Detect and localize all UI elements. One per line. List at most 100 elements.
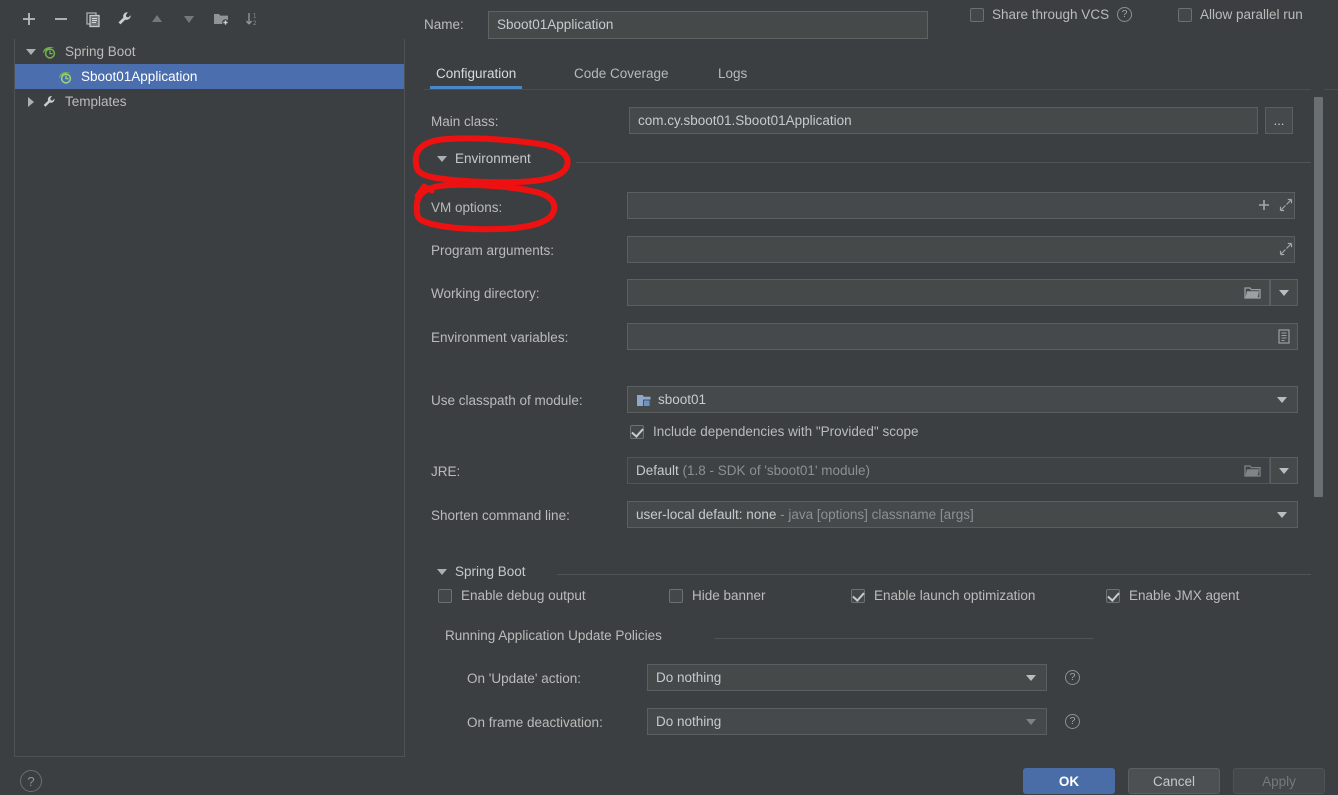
include-provided-scope-label: Include dependencies with "Provided" sco…: [653, 424, 919, 439]
chevron-down-icon[interactable]: [1279, 289, 1289, 296]
sort-configurations-button[interactable]: 1 2: [238, 5, 268, 33]
vm-options-label: VM options:: [431, 200, 503, 215]
program-arguments-label: Program arguments:: [431, 243, 555, 258]
on-frame-deactivation-label: On frame deactivation:: [467, 715, 603, 730]
enable-debug-output-checkbox[interactable]: Enable debug output: [438, 588, 586, 603]
hide-banner-box[interactable]: [669, 588, 683, 603]
enable-launch-optimization-label: Enable launch optimization: [874, 588, 1036, 603]
tree-item-templates[interactable]: Templates: [15, 89, 404, 114]
svg-text:1: 1: [253, 14, 257, 20]
vertical-scrollbar-thumb[interactable]: [1314, 97, 1323, 497]
sidebar-toolbar: 1 2: [0, 0, 419, 38]
enable-debug-output-box[interactable]: [438, 588, 452, 603]
tree-item-sboot01application[interactable]: Sboot01Application: [15, 64, 404, 89]
update-policies-label: Running Application Update Policies: [445, 628, 662, 643]
enable-launch-optimization-box[interactable]: [851, 588, 865, 603]
environment-variables-label: Environment variables:: [431, 330, 569, 345]
tree-item-label: Sboot01Application: [81, 69, 198, 84]
chevron-down-icon[interactable]: [1277, 397, 1287, 403]
jre-value-hint: (1.8 - SDK of 'sboot01' module): [682, 463, 871, 478]
folder-icon[interactable]: [1240, 281, 1264, 304]
spring-boot-icon: [57, 69, 75, 85]
use-classpath-label: Use classpath of module:: [431, 393, 583, 408]
on-update-action-combo[interactable]: Do nothing: [647, 664, 1047, 691]
chevron-down-icon[interactable]: [1026, 675, 1036, 681]
main-class-label: Main class:: [431, 114, 499, 129]
tab-logs[interactable]: Logs: [712, 57, 753, 89]
configurations-tree[interactable]: Spring Boot Sboot01Application Templates: [14, 39, 405, 757]
allow-parallel-run-box[interactable]: [1178, 7, 1192, 22]
enable-jmx-agent-label: Enable JMX agent: [1129, 588, 1240, 603]
chevron-down-icon[interactable]: [437, 568, 447, 575]
shorten-command-line-hint: - java [options] classname [args]: [780, 507, 974, 522]
add-configuration-button[interactable]: [14, 5, 44, 33]
environment-section-label: Environment: [455, 151, 531, 166]
tab-bar-divider: [424, 89, 1338, 90]
list-icon[interactable]: [1273, 325, 1295, 348]
working-directory-input[interactable]: [627, 279, 1270, 306]
tab-configuration[interactable]: Configuration: [430, 57, 523, 89]
module-icon: [635, 391, 653, 409]
jre-input[interactable]: Default (1.8 - SDK of 'sboot01' module): [627, 457, 1270, 484]
apply-button[interactable]: Apply: [1233, 768, 1325, 794]
move-up-button[interactable]: [142, 5, 172, 33]
share-through-vcs-box[interactable]: [970, 7, 984, 22]
enable-jmx-agent-box[interactable]: [1106, 588, 1120, 603]
on-update-action-help-icon[interactable]: ?: [1065, 670, 1080, 685]
remove-configuration-button[interactable]: [46, 5, 76, 33]
tree-item-spring-boot[interactable]: Spring Boot: [15, 39, 404, 64]
vm-options-input[interactable]: [627, 192, 1295, 219]
include-provided-scope-checkbox[interactable]: Include dependencies with "Provided" sco…: [630, 424, 919, 439]
spring-boot-icon: [41, 44, 59, 60]
main-class-browse-button[interactable]: ...: [1265, 107, 1293, 134]
enable-jmx-agent-checkbox[interactable]: Enable JMX agent: [1106, 588, 1239, 603]
name-input[interactable]: Sboot01Application: [488, 11, 928, 39]
use-classpath-combo[interactable]: sboot01: [627, 386, 1298, 413]
name-label: Name:: [424, 17, 464, 32]
share-through-vcs-checkbox[interactable]: Share through VCS ?: [970, 7, 1133, 22]
cancel-button[interactable]: Cancel: [1128, 768, 1220, 794]
main-class-input[interactable]: com.cy.sboot01.Sboot01Application: [629, 107, 1258, 134]
hide-banner-label: Hide banner: [692, 588, 766, 603]
chevron-down-icon[interactable]: [437, 155, 447, 162]
ok-button[interactable]: OK: [1023, 768, 1115, 794]
on-frame-deactivation-help-icon[interactable]: ?: [1065, 714, 1080, 729]
chevron-right-icon[interactable]: [23, 94, 39, 110]
enable-launch-optimization-checkbox[interactable]: Enable launch optimization: [851, 588, 1035, 603]
expand-icon[interactable]: [1275, 194, 1297, 216]
expand-icon[interactable]: [1275, 238, 1297, 260]
spring-boot-section-header[interactable]: Spring Boot: [437, 564, 526, 579]
new-folder-button[interactable]: [206, 5, 236, 33]
program-arguments-input[interactable]: [627, 236, 1295, 263]
chevron-down-icon[interactable]: [23, 44, 39, 60]
tree-item-label: Spring Boot: [65, 44, 136, 59]
on-frame-deactivation-combo[interactable]: Do nothing: [647, 708, 1047, 735]
jre-label: JRE:: [431, 464, 461, 479]
copy-configuration-button[interactable]: [78, 5, 108, 33]
hide-banner-checkbox[interactable]: Hide banner: [669, 588, 766, 603]
edit-templates-button[interactable]: [110, 5, 140, 33]
share-through-vcs-help-icon[interactable]: ?: [1117, 7, 1133, 22]
enable-debug-output-label: Enable debug output: [461, 588, 586, 603]
help-button[interactable]: ?: [20, 770, 42, 792]
environment-section-header[interactable]: Environment: [437, 151, 531, 166]
environment-variables-input[interactable]: [627, 323, 1298, 350]
tab-bar: Configuration Code Coverage Logs: [424, 57, 1338, 90]
configurations-sidebar: 1 2 Spring Boot Sboot01Application Templ…: [0, 0, 419, 795]
wrench-icon: [41, 94, 59, 110]
jre-dropdown-button[interactable]: [1270, 457, 1298, 484]
move-down-button[interactable]: [174, 5, 204, 33]
shorten-command-line-value: user-local default: none: [636, 507, 777, 522]
working-directory-label: Working directory:: [431, 286, 540, 301]
shorten-command-line-combo[interactable]: user-local default: none - java [options…: [627, 501, 1298, 528]
chevron-down-icon[interactable]: [1026, 719, 1036, 725]
plus-icon[interactable]: [1253, 194, 1275, 216]
chevron-down-icon[interactable]: [1277, 512, 1287, 518]
include-provided-scope-box[interactable]: [630, 424, 644, 439]
chevron-down-icon[interactable]: [1279, 467, 1289, 474]
environment-section-divider: [576, 162, 1313, 163]
working-directory-dropdown-button[interactable]: [1270, 279, 1298, 306]
folder-icon[interactable]: [1240, 459, 1264, 482]
allow-parallel-run-checkbox[interactable]: Allow parallel run: [1178, 7, 1303, 22]
tab-code-coverage[interactable]: Code Coverage: [568, 57, 675, 89]
